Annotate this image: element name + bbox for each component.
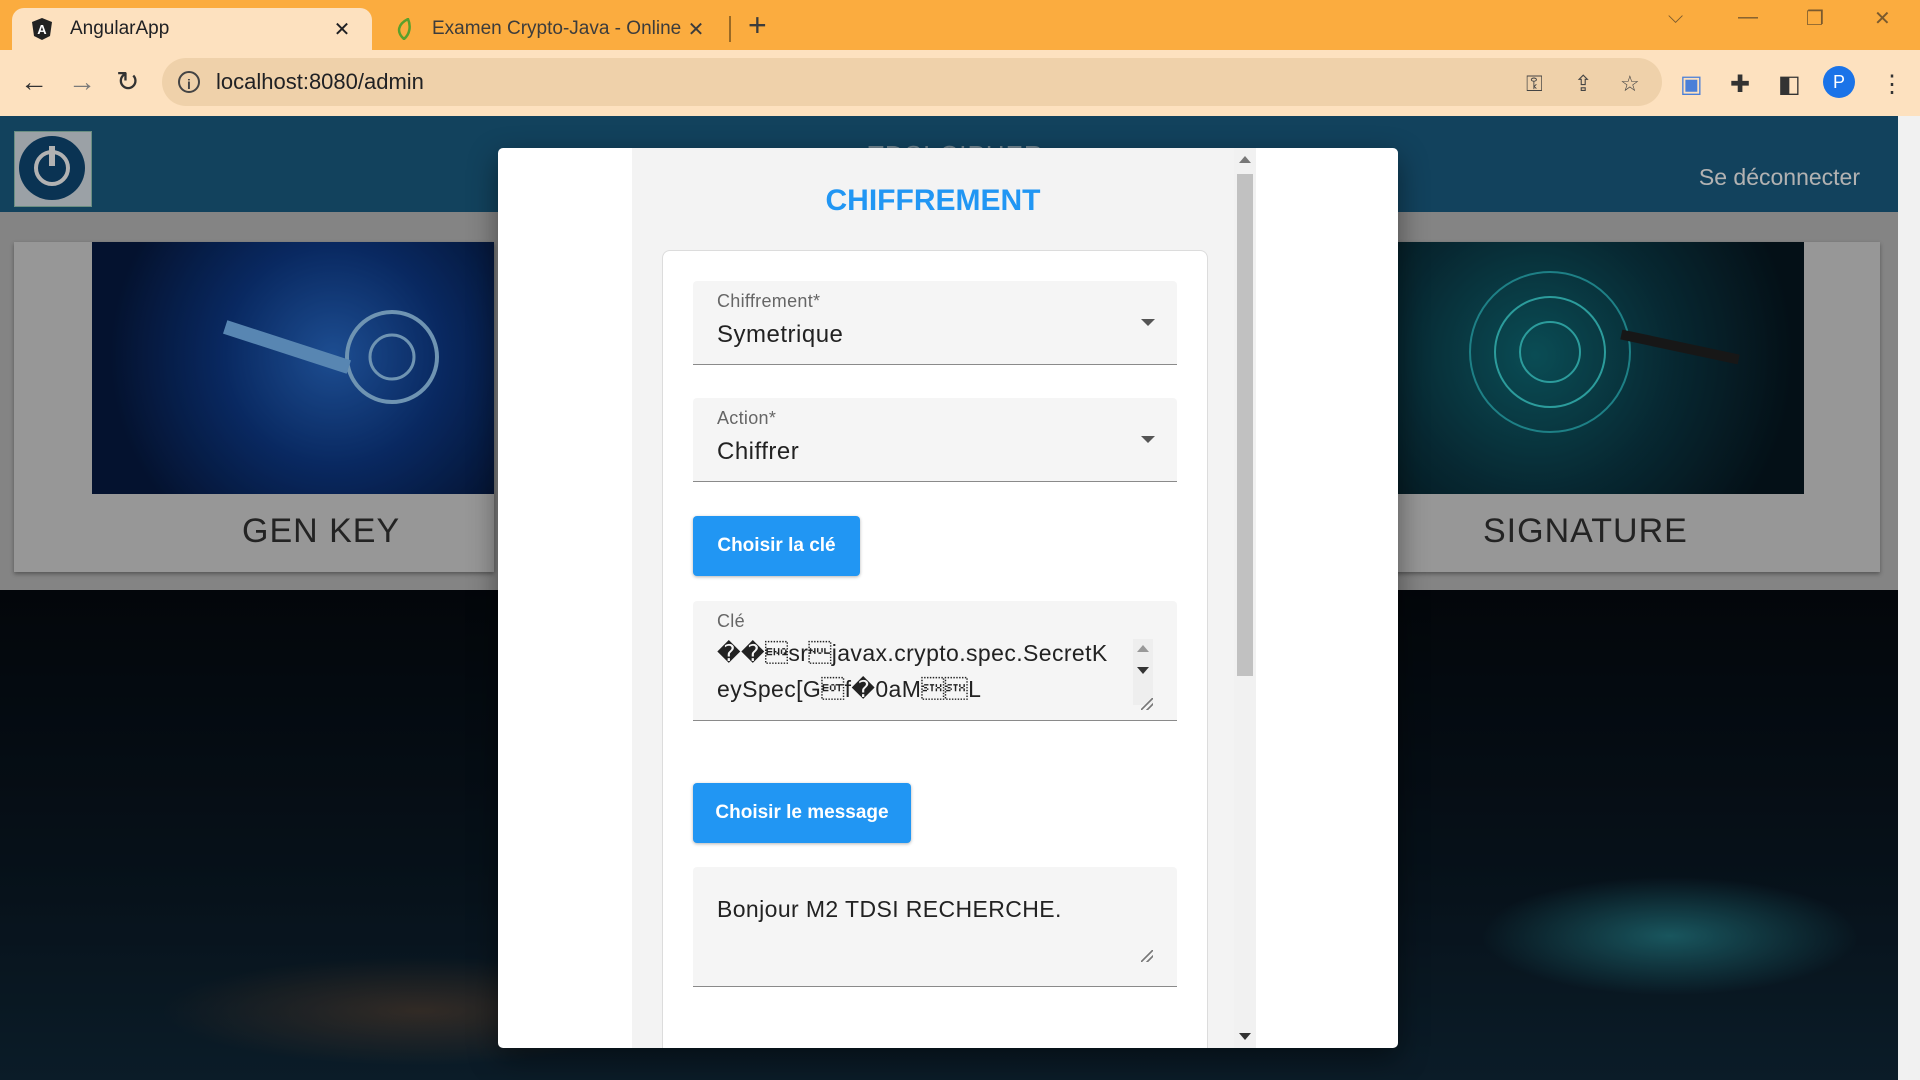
cipher-form: Chiffrement* Symetrique Action* Chiffrer…	[662, 250, 1208, 1048]
url-text: localhost:8080/admin	[216, 69, 424, 94]
angular-icon: A	[30, 17, 54, 41]
field-value: Symetrique	[717, 321, 844, 348]
close-icon[interactable]: ✕	[330, 17, 354, 42]
scroll-down-icon[interactable]	[1137, 667, 1149, 674]
tab-angularapp[interactable]: A AngularApp ✕	[12, 8, 372, 50]
translate-icon[interactable]: ▣	[1680, 70, 1703, 99]
dialog-panel: CHIFFREMENT Chiffrement* Symetrique Acti…	[632, 148, 1234, 1048]
profile-avatar[interactable]: P	[1823, 66, 1855, 98]
dropdown-arrow-icon	[1141, 319, 1155, 326]
tab-title: AngularApp	[70, 18, 170, 39]
window-close-icon[interactable]: ✕	[1874, 6, 1891, 31]
cipher-dialog: CHIFFREMENT Chiffrement* Symetrique Acti…	[498, 148, 1398, 1048]
dropdown-arrow-icon	[1141, 436, 1155, 443]
scroll-down-icon[interactable]	[1239, 1033, 1251, 1040]
scroll-up-icon[interactable]	[1137, 645, 1149, 652]
new-tab-icon[interactable]: +	[748, 8, 767, 42]
chevron-down-icon[interactable]: ⌵	[1668, 6, 1683, 29]
resize-handle-icon[interactable]	[1141, 950, 1153, 962]
key-textarea[interactable]: Clé ��sr javax.crypto.spec.SecretKeySpe…	[693, 601, 1177, 721]
action-select[interactable]: Action* Chiffrer	[693, 398, 1177, 482]
share-icon[interactable]: ⇪	[1574, 71, 1592, 97]
choose-key-button[interactable]: Choisir la clé	[693, 516, 860, 576]
cipher-type-select[interactable]: Chiffrement* Symetrique	[693, 281, 1177, 365]
restore-icon[interactable]: ❐	[1806, 6, 1824, 31]
message-textarea[interactable]: Bonjour M2 TDSI RECHERCHE.	[693, 867, 1177, 987]
browser-toolbar: ← → ↻ i localhost:8080/admin ⚿ ⇪ ☆	[0, 50, 1920, 117]
extensions-icon[interactable]: ✚	[1730, 70, 1750, 99]
tab-title: Examen Crypto-Java - Online La	[432, 18, 684, 39]
tab-separator	[729, 16, 731, 42]
dialog-scrollbar[interactable]	[1234, 148, 1256, 1048]
field-label: Clé	[717, 611, 745, 631]
resize-handle-icon[interactable]	[1141, 698, 1153, 710]
tab-examen-crypto-java[interactable]: Examen Crypto-Java - Online La ✕	[374, 8, 726, 50]
back-icon[interactable]: ←	[20, 66, 48, 98]
minimize-icon[interactable]: —	[1738, 6, 1758, 29]
field-value: Chiffrer	[717, 438, 800, 465]
field-label: Chiffrement*	[717, 291, 821, 311]
field-label: Action*	[717, 408, 777, 428]
info-icon[interactable]: i	[178, 71, 200, 93]
side-panel-icon[interactable]: ◧	[1778, 70, 1801, 99]
textarea-scrollbar[interactable]	[1133, 639, 1153, 705]
forward-icon[interactable]: →	[68, 66, 96, 98]
dialog-title: CHIFFREMENT	[825, 184, 1041, 217]
scrollbar-thumb[interactable]	[1237, 174, 1253, 676]
leaf-icon	[392, 17, 416, 41]
key-text: ��sr javax.crypto.spec.SecretKeySpec[G…	[717, 640, 1108, 702]
scroll-up-icon[interactable]	[1239, 156, 1251, 163]
choose-message-button[interactable]: Choisir le message	[693, 783, 911, 843]
browser-tab-bar: A AngularApp ✕ Examen Crypto-Java - Onli…	[0, 0, 1920, 50]
key-icon[interactable]: ⚿	[1526, 71, 1543, 97]
page-scrollbar[interactable]	[1898, 116, 1920, 1080]
menu-icon[interactable]: ⋮	[1880, 70, 1904, 99]
reload-icon[interactable]: ↻	[116, 66, 139, 98]
close-icon[interactable]: ✕	[684, 17, 708, 42]
svg-text:A: A	[37, 22, 47, 37]
address-bar[interactable]: i localhost:8080/admin ⚿ ⇪ ☆	[162, 58, 1662, 106]
message-text: Bonjour M2 TDSI RECHERCHE.	[717, 896, 1062, 922]
star-icon[interactable]: ☆	[1620, 71, 1640, 97]
